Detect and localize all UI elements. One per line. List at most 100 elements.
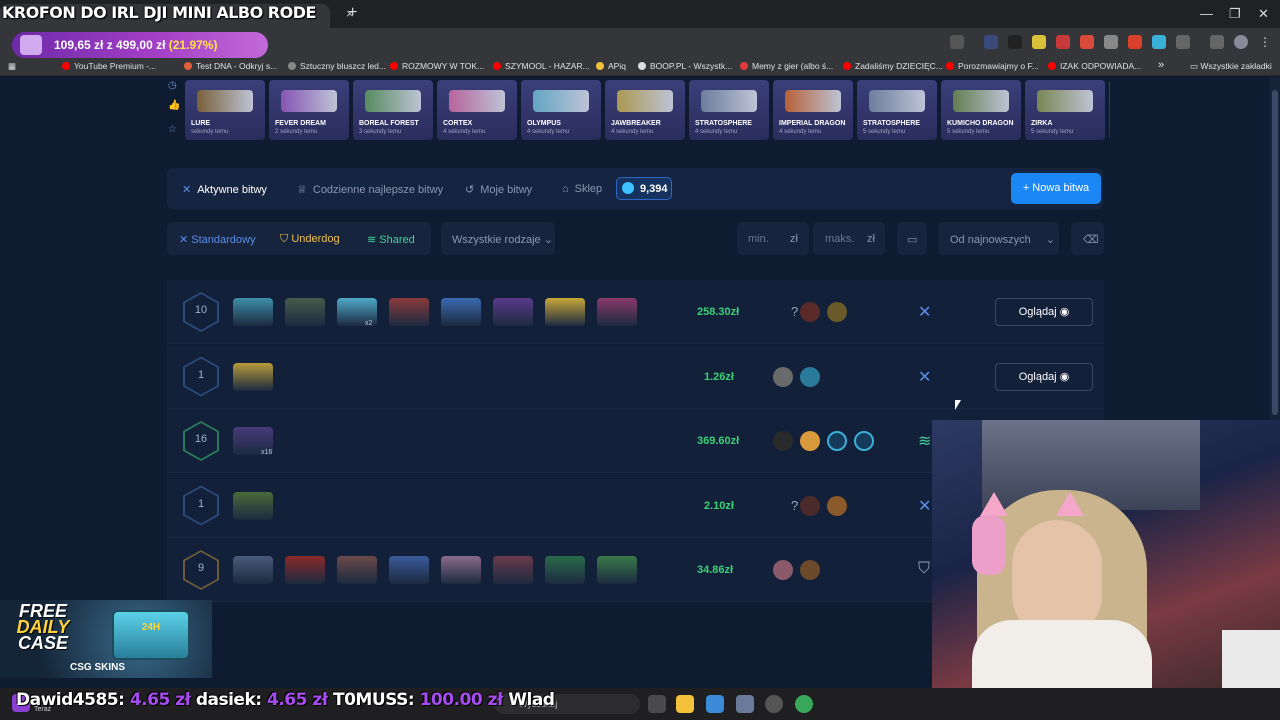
tab-active-battles[interactable]: ✕ Aktywne bitwy — [182, 183, 267, 196]
extension-icon[interactable] — [1032, 35, 1046, 49]
goal-percent: (21.97%) — [168, 38, 218, 52]
drop-item[interactable]: LURE sekundy temu — [185, 80, 265, 140]
player-avatar[interactable] — [827, 495, 847, 516]
tab-my-battles[interactable]: ↺ Moje bitwy — [465, 183, 532, 196]
watch-label: Oglądaj — [1018, 370, 1060, 383]
mouse-cursor — [955, 400, 961, 410]
media-icon[interactable] — [1210, 35, 1224, 49]
drop-item[interactable]: OLYMPUS 4 sekundy temu — [521, 80, 601, 140]
player-avatar[interactable] — [773, 431, 793, 451]
menu-icon[interactable]: ⋮ — [1258, 35, 1272, 49]
extension-icon[interactable] — [984, 35, 998, 49]
chrome-icon[interactable] — [795, 695, 813, 713]
player-avatar[interactable] — [827, 302, 847, 322]
maximize-button[interactable]: ❐ — [1229, 6, 1241, 22]
bookmark-item[interactable]: YouTube Premium -... — [62, 61, 156, 71]
star-icon[interactable]: ☆ — [168, 124, 177, 135]
settings-icon[interactable] — [736, 695, 754, 713]
watch-battle-button[interactable]: Oglądaj ◉ — [995, 298, 1093, 326]
bookmark-item[interactable]: SZYMOOL - HAZAR... — [493, 61, 590, 71]
clock-icon[interactable]: ◷ — [168, 80, 177, 91]
extension-icon[interactable] — [1128, 35, 1142, 49]
min-price-placeholder: min. — [748, 233, 769, 245]
drop-item[interactable]: STRATOSPHERE 4 sekundy temu — [689, 80, 769, 140]
player-avatar[interactable] — [773, 560, 793, 580]
player-avatar[interactable] — [773, 366, 793, 387]
tab-daily-best-battles[interactable]: ♕ Codzienne najlepsze bitwy — [297, 183, 443, 196]
filter-underdog[interactable]: ⛉ Underdog — [280, 233, 340, 246]
adblock-icon[interactable] — [1056, 35, 1070, 49]
bookmarks-more-icon[interactable]: » — [1158, 59, 1164, 71]
bookmark-item[interactable]: Memy z gier (albo ś... — [740, 61, 833, 71]
bookmark-star-icon[interactable] — [950, 35, 964, 49]
new-tab-button[interactable]: + — [348, 4, 357, 22]
battle-row[interactable]: 10 x2 258.30zł? ✕ Oglądaj ◉ — [167, 280, 1104, 344]
bot-icon[interactable] — [827, 431, 847, 451]
battle-row[interactable]: 1 1.26zł ✕ Oglądaj ◉ — [167, 344, 1104, 409]
tab-shop[interactable]: ⌂ Sklep — [562, 183, 602, 195]
shield-icon[interactable] — [1104, 35, 1118, 49]
player-avatar[interactable] — [800, 431, 820, 451]
rounds-hexagon: 1 — [183, 485, 219, 526]
filter-standard[interactable]: ✕ Standardowy — [179, 233, 256, 246]
bookmark-item[interactable]: Porozmawiajmy o F... — [946, 61, 1039, 71]
drop-item[interactable]: KI — [1109, 80, 1110, 140]
type-select-value: Wszystkie rodzaje ⌄ — [452, 234, 553, 246]
drop-item[interactable]: STRATOSPHERE 5 sekundy temu — [857, 80, 937, 140]
filter-shared[interactable]: ≋ Shared — [367, 233, 415, 246]
app-icon[interactable] — [765, 695, 783, 713]
bot-icon[interactable] — [854, 431, 874, 451]
drop-time-ago: 4 sekundy temu — [527, 129, 570, 135]
donation-ticker: Dawid4585: 4.65 zł dasiek: 4.65 zł T0MUS… — [16, 690, 555, 710]
drop-item[interactable]: BOREAL FOREST 3 sekundy temu — [353, 80, 433, 140]
empty-slot-icon[interactable]: ? — [791, 304, 798, 319]
new-battle-button[interactable]: + Nowa bitwa — [1011, 173, 1101, 204]
extension-icon[interactable] — [1008, 35, 1022, 49]
drop-item[interactable]: IMPERIAL DRAGON 4 sekundy temu — [773, 80, 853, 140]
file-explorer-icon[interactable] — [676, 695, 694, 713]
bookmark-item[interactable]: Test DNA - Odkryj s... — [184, 61, 277, 71]
profile-avatar[interactable] — [1234, 35, 1248, 49]
scrollbar-thumb[interactable] — [1272, 90, 1278, 415]
player-avatar[interactable] — [800, 366, 820, 387]
apps-icon[interactable]: ▦ — [8, 61, 16, 72]
store-icon[interactable] — [706, 695, 724, 713]
bookmark-item[interactable]: APiq — [596, 61, 626, 71]
drop-skin-name: CORTEX — [443, 120, 473, 127]
task-view-icon[interactable] — [648, 695, 666, 713]
bookmark-item[interactable]: Zadaliśmy DZIECIĘC... — [843, 61, 943, 71]
case-picture — [233, 298, 273, 326]
webcam-overlay — [932, 420, 1280, 688]
drop-item[interactable]: KUMICHO DRAGON 5 sekundy temu — [941, 80, 1021, 140]
minimize-button[interactable]: — — [1200, 6, 1213, 21]
watch-battle-button[interactable]: Oglądaj ◉ — [995, 362, 1093, 391]
bookmarks-folder[interactable]: ▭ Wszystkie zakładki — [1190, 61, 1272, 72]
player-avatar[interactable] — [800, 302, 820, 322]
drop-item[interactable]: FEVER DREAM 2 sekundy temu — [269, 80, 349, 140]
drop-skin-name: JAWBREAKER — [611, 120, 661, 127]
case-picture — [337, 556, 377, 584]
chevron-down-icon: ⌄ — [1045, 234, 1055, 246]
player-avatar[interactable] — [800, 495, 820, 516]
drop-item[interactable]: CORTEX 4 sekundy temu — [437, 80, 517, 140]
bookmark-icon — [596, 62, 604, 70]
drop-item[interactable]: ZIRKA 5 sekundy temu — [1025, 80, 1105, 140]
puzzle-icon[interactable] — [1176, 35, 1190, 49]
extension-icon[interactable] — [1080, 35, 1094, 49]
bookmark-item[interactable]: IZAK ODPOWIADA... — [1048, 61, 1141, 71]
thumbs-up-icon[interactable]: 👍 — [168, 100, 180, 111]
player-avatar[interactable] — [800, 560, 820, 580]
bookmark-item[interactable]: Sztuczny bluszcz led... — [288, 61, 386, 71]
bookmark-item[interactable]: BOOP.PL - Wszystk... — [638, 61, 732, 71]
bookmark-item[interactable]: ROZMOWY W TOK... — [390, 61, 484, 71]
extension-icon[interactable] — [1152, 35, 1166, 49]
close-window-button[interactable]: ✕ — [1258, 6, 1269, 22]
cat-ear — [980, 492, 1008, 516]
weapon-skin-picture — [281, 90, 337, 112]
rounds-count: 16 — [194, 433, 208, 445]
drop-item[interactable]: JAWBREAKER 4 sekundy temu — [605, 80, 685, 140]
empty-slot-icon[interactable]: ? — [791, 498, 798, 513]
donation-goal-text: 109,65 zł z 499,00 zł (21.97%) — [54, 38, 217, 52]
drop-time-ago: 4 sekundy temu — [695, 129, 738, 135]
folder-icon: ▭ — [1190, 61, 1201, 71]
